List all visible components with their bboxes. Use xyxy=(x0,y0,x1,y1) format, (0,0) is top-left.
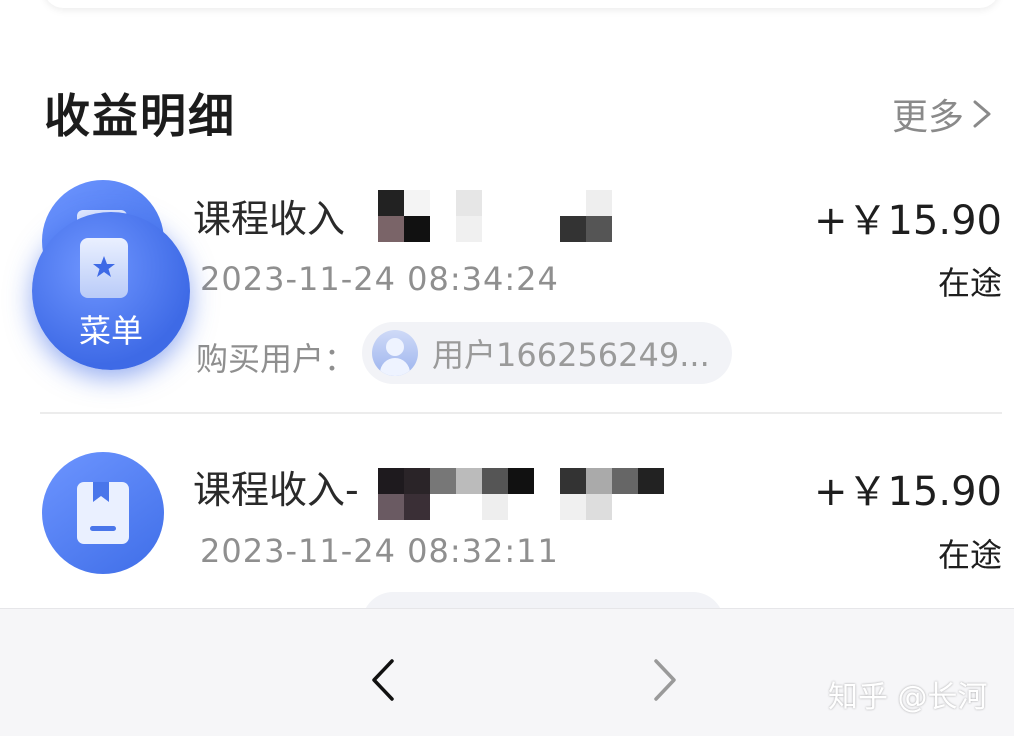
more-link[interactable]: 更多 xyxy=(892,88,998,140)
chevron-left-icon[interactable] xyxy=(364,655,404,705)
buyer-pill[interactable]: 用户166256249... xyxy=(362,322,732,384)
section-title: 收益明细 xyxy=(44,89,236,143)
record-title: 课程收入 xyxy=(193,197,346,241)
watermark: 知乎 @长河 xyxy=(828,680,988,715)
user-avatar-icon xyxy=(372,330,418,376)
star-card-icon xyxy=(80,238,128,298)
bookmark-book-icon xyxy=(42,452,164,574)
more-label: 更多 xyxy=(892,97,965,138)
record-amount: +￥15.90 xyxy=(813,198,1002,244)
buyer-label: 购买用户： xyxy=(196,340,357,378)
menu-label: 菜单 xyxy=(78,312,143,350)
record-title: 课程收入- xyxy=(193,468,359,512)
divider xyxy=(40,412,1002,414)
record-time: 2023-11-24 08:32:11 xyxy=(200,532,559,570)
record-amount: +￥15.90 xyxy=(813,469,1002,515)
record-status: 在途 xyxy=(937,536,1002,574)
blurred-course-name xyxy=(378,468,690,520)
buyer-name: 用户166256249... xyxy=(432,336,710,374)
top-card xyxy=(44,0,999,8)
chevron-right-icon xyxy=(973,100,991,128)
blurred-course-name xyxy=(378,190,638,242)
record-status: 在途 xyxy=(937,264,1002,302)
chevron-right-icon[interactable] xyxy=(644,655,684,705)
record-time: 2023-11-24 08:34:24 xyxy=(200,260,559,298)
menu-fab-button[interactable]: 菜单 xyxy=(32,212,190,370)
